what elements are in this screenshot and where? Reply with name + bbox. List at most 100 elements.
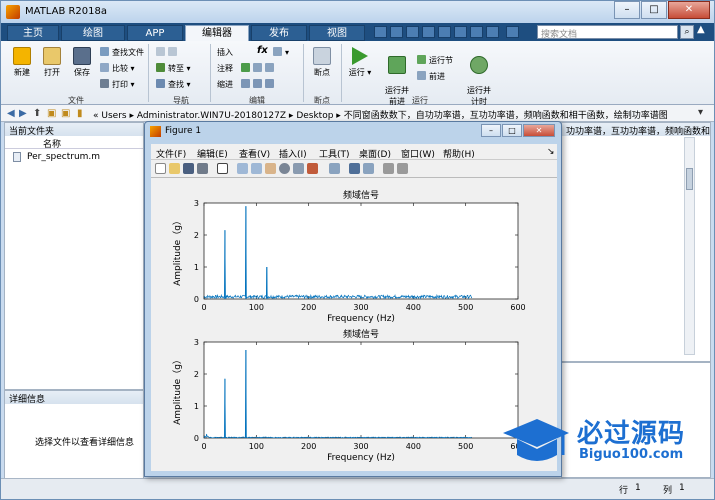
watermark: 必过源码 Biguo100.com [501, 409, 711, 469]
search-docs-input[interactable]: 搜索文档 [537, 25, 678, 40]
hide-plot-tools-icon[interactable] [383, 163, 394, 174]
comment-tools[interactable] [241, 63, 277, 73]
menu-view[interactable]: 查看(V) [239, 147, 270, 160]
undo-icon[interactable] [438, 26, 451, 38]
open-button[interactable]: 打开 [39, 47, 65, 78]
find-files-icon [100, 47, 109, 56]
compare-button[interactable]: 比较 ▾ [100, 63, 135, 74]
rotate-3d-icon[interactable] [279, 163, 290, 174]
x-axis-label: Frequency (Hz) [327, 314, 395, 324]
search-icon[interactable]: ⌕ [680, 25, 694, 39]
tab-plots[interactable]: 绘图 [61, 25, 125, 41]
watermark-url: Biguo100.com [579, 447, 684, 462]
menu-window[interactable]: 窗口(W) [401, 147, 435, 160]
figure-maximize-button[interactable]: □ [502, 124, 522, 137]
dropdown-icon[interactable]: ▾ [698, 107, 703, 118]
customize-icon[interactable] [506, 26, 519, 38]
divider [210, 44, 211, 102]
figure-canvas[interactable]: 频域信号 0 100 200 300 400 500 600 0 1 2 3 Frequency (Hz… [151, 178, 557, 471]
menu-insert[interactable]: 插入(I) [279, 147, 307, 160]
print-button[interactable]: 打印 ▾ [100, 79, 135, 90]
browse-folder-icon[interactable]: ▣ [47, 108, 56, 119]
breadcrumb-users[interactable]: Users [101, 111, 126, 121]
figure-close-button[interactable]: ✕ [523, 124, 555, 137]
nav-back-forward[interactable] [156, 47, 180, 57]
fx-icon[interactable]: fx [257, 45, 268, 56]
forward-arrow-icon[interactable]: ▶ [19, 108, 27, 119]
file-item[interactable]: Per_spectrum.m [5, 149, 143, 162]
save-button[interactable]: 保存 [69, 47, 95, 78]
run-advance-icon [388, 56, 406, 74]
run-button[interactable]: 运行 ▾ [346, 47, 374, 78]
indent-button[interactable]: 缩进 [217, 79, 233, 90]
paste-icon[interactable] [422, 26, 435, 38]
menu-help[interactable]: 帮助(H) [443, 147, 475, 160]
find-button[interactable]: 查找 ▾ [156, 79, 191, 90]
vertical-scrollbar[interactable] [684, 137, 695, 355]
legend-icon[interactable] [363, 163, 374, 174]
new-figure-icon[interactable] [155, 163, 166, 174]
minimize-button[interactable]: – [614, 1, 640, 19]
print-figure-icon[interactable] [197, 163, 208, 174]
menu-file[interactable]: 文件(F) [156, 147, 186, 160]
copy-icon[interactable] [406, 26, 419, 38]
dock-arrow-icon[interactable]: ↘ [547, 147, 555, 157]
tab-view[interactable]: 视图 [309, 25, 365, 41]
menu-tools[interactable]: 工具(T) [319, 147, 350, 160]
run-section-button[interactable]: 运行节 [417, 55, 453, 66]
figure-toolbar [151, 160, 557, 178]
find-files-button[interactable]: 查找文件 [100, 47, 144, 58]
menu-edit[interactable]: 编辑(E) [197, 147, 228, 160]
x-tick-label: 600 [510, 303, 525, 312]
chart-title: 频域信号 [343, 189, 379, 201]
link-plot-icon[interactable] [329, 163, 340, 174]
redo-icon[interactable] [454, 26, 467, 38]
breadcrumb-admin[interactable]: Administrator.WIN7U-20180127Z [137, 111, 286, 121]
figure-minimize-button[interactable]: – [481, 124, 501, 137]
open-folder-icon [43, 47, 61, 65]
goto-button[interactable]: 转至 ▾ [156, 63, 191, 74]
data-cursor-icon[interactable] [293, 163, 304, 174]
colorbar-icon[interactable] [349, 163, 360, 174]
row-value: 1 [635, 483, 641, 493]
column-header-name[interactable]: 名称 [5, 136, 143, 150]
insert-tools[interactable]: ▾ [273, 47, 289, 57]
breadcrumb-current[interactable]: 不同窗函数数下，自功功率谱，互功功率谱，频响函数和相干函数，绘制功率谱图 [344, 111, 668, 121]
editor-tab-title: 功功率谱，互功功率谱，频响函数和相干函数，绘制功率谱图 [562, 123, 710, 136]
pan-icon[interactable] [265, 163, 276, 174]
breadcrumb-overflow[interactable]: « [93, 111, 99, 121]
breadcrumb-desktop[interactable]: Desktop [296, 111, 333, 121]
new-button[interactable]: 新建 [9, 47, 35, 78]
tab-apps[interactable]: APP [127, 25, 183, 41]
tab-editor[interactable]: 编辑器 [185, 25, 249, 41]
tab-publish[interactable]: 发布 [251, 25, 307, 41]
insert-button[interactable]: 插入 [217, 47, 233, 58]
zoom-in-icon[interactable] [237, 163, 248, 174]
editor-ribbon: 新建 打开 保存 查找文件 比较 ▾ 打印 ▾ 文件 转至 ▾ 查找 ▾ 导航 … [1, 41, 714, 106]
save-figure-icon[interactable] [183, 163, 194, 174]
switch-windows-icon[interactable] [470, 26, 483, 38]
advance-button[interactable]: 前进 [417, 71, 445, 82]
back-icon [156, 47, 165, 56]
up-folder-icon[interactable]: ⬆ [33, 108, 41, 119]
comment-button[interactable]: 注释 [217, 63, 233, 74]
scrollbar-thumb[interactable] [686, 168, 693, 190]
show-plot-tools-icon[interactable] [397, 163, 408, 174]
edit-plot-icon[interactable] [217, 163, 228, 174]
cut-icon[interactable] [390, 26, 403, 38]
help-icon[interactable] [486, 26, 499, 38]
open-file-icon[interactable] [169, 163, 180, 174]
maximize-button[interactable]: □ [641, 1, 667, 19]
brush-icon[interactable] [307, 163, 318, 174]
zoom-out-icon[interactable] [251, 163, 262, 174]
tab-home[interactable]: 主页 [7, 25, 59, 41]
breakpoints-button[interactable]: 断点 [309, 47, 335, 78]
close-button[interactable]: ✕ [668, 1, 710, 19]
menu-desktop[interactable]: 桌面(D) [359, 147, 391, 160]
uncomment-icon [253, 63, 262, 72]
collapse-icon[interactable]: ▲ [697, 24, 711, 39]
title-bar: MATLAB R2018a – □ ✕ [1, 1, 714, 23]
save-icon[interactable] [374, 26, 387, 38]
indent-tools[interactable] [241, 79, 277, 89]
back-arrow-icon[interactable]: ◀ [7, 108, 15, 119]
